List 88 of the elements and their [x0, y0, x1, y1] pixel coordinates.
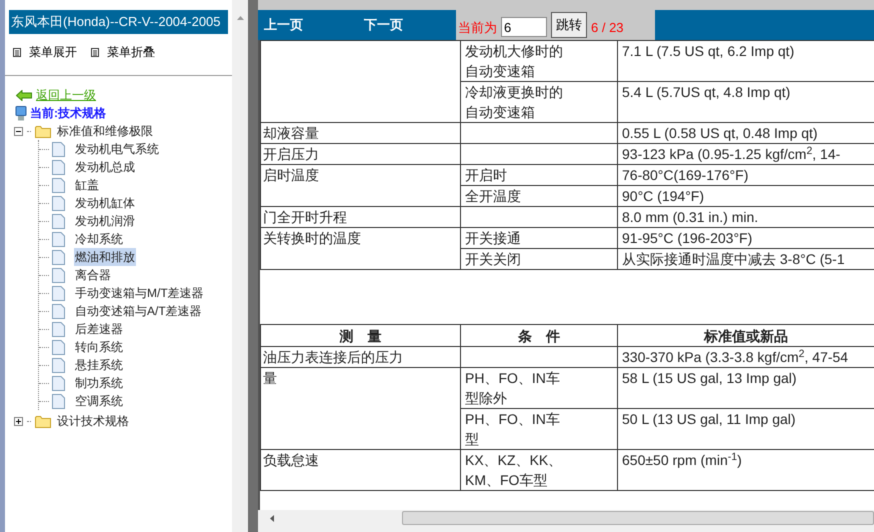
- tree-folder-item[interactable]: 标准值和维修极限: [57, 122, 153, 140]
- tree-item[interactable]: 后差速器: [74, 320, 124, 338]
- computer-icon: [15, 106, 27, 120]
- measure-cell-text: 门全开时升程: [263, 208, 347, 227]
- up-arrow-icon: [236, 16, 244, 20]
- document-icon: [52, 358, 65, 372]
- tree-item[interactable]: 发动机总成: [74, 158, 136, 176]
- condition-cell-text: PH、FO、IN车型除外: [465, 369, 561, 408]
- list-icon: [91, 48, 99, 56]
- horizontal-scrollbar[interactable]: [258, 510, 874, 526]
- document-icon: [52, 142, 65, 156]
- scrollbar-thumb[interactable]: [402, 511, 874, 525]
- left-arrow-icon: [16, 90, 32, 100]
- measure-cell-text: 启时温度: [263, 166, 319, 185]
- document-icon: [52, 304, 65, 318]
- condition-cell-text: 开关关闭: [465, 250, 521, 269]
- value-cell-text: 8.0 mm (0.31 in.) min.: [622, 208, 758, 227]
- previous-page-button[interactable]: 上一页: [264, 10, 364, 40]
- collapse-toggle[interactable]: [14, 126, 23, 136]
- condition-cell-text: 冷却液更换时的自动变速箱: [465, 83, 564, 122]
- document-icon: [52, 250, 65, 264]
- expand-toggle[interactable]: [14, 416, 23, 426]
- tree-item[interactable]: 空调系统: [74, 392, 124, 410]
- tree-item[interactable]: 悬挂系统: [74, 356, 124, 374]
- column-header: 条 件: [518, 328, 560, 344]
- tree-item[interactable]: 制功系统: [74, 374, 124, 392]
- document-icon: [52, 196, 65, 210]
- tree-item[interactable]: 燃油和排放: [74, 248, 136, 266]
- document-icon: [52, 322, 65, 336]
- document-icon: [52, 268, 65, 282]
- tree-item[interactable]: 发动机缸体: [74, 194, 136, 212]
- document-icon: [52, 232, 65, 246]
- value-cell-text: 从实际接通时温度中减去 3-8°C (5-1: [622, 250, 845, 269]
- document-icon: [52, 214, 65, 228]
- document-icon: [52, 340, 65, 354]
- tree-item[interactable]: 手动变速箱与M/T差速器: [74, 284, 205, 302]
- value-cell-text: 50 L (13 US gal, 11 Imp gal): [622, 410, 796, 429]
- page-label: 当前为: [458, 19, 497, 38]
- tree-item[interactable]: 离合器: [74, 266, 112, 284]
- document-icon: [52, 376, 65, 390]
- measure-cell-text: 量: [263, 369, 277, 388]
- left-arrow-icon: [270, 514, 274, 522]
- condition-cell-text: 开关接通: [465, 229, 521, 248]
- vertical-scrollbar[interactable]: [232, 0, 248, 532]
- column-header: 标准值或新品: [704, 328, 788, 344]
- condition-cell-text: PH、FO、IN车型: [465, 410, 561, 449]
- value-cell-text: 91-95°C (196-203°F): [622, 229, 752, 248]
- tree-item[interactable]: 发动机润滑: [74, 212, 136, 230]
- page-input[interactable]: 6: [501, 17, 547, 37]
- measure-cell-text: 油压力表连接后的压力: [263, 348, 403, 367]
- document-icon: [52, 178, 65, 192]
- measure-cell-text: 负载怠速: [263, 451, 319, 470]
- measure-cell-text: 却液容量: [263, 124, 319, 143]
- value-cell: 330-370 kPa (3.3-3.8 kgf/cm$^{2}$, 47-54: [622, 347, 848, 367]
- sidebar-title: 东风本田(Honda)--CR-V--2004-2005: [9, 10, 228, 34]
- condition-cell-text: KX、KZ、KK、KM、FO车型: [465, 451, 564, 490]
- tree-item[interactable]: 冷却系统: [74, 230, 124, 248]
- folder-icon: [35, 124, 51, 138]
- page-count: 6 / 23: [591, 19, 624, 38]
- measure-cell-text: 开启压力: [263, 145, 319, 164]
- menu-button[interactable]: 菜单展开: [13, 43, 77, 61]
- condition-cell-text: 全开温度: [465, 187, 521, 206]
- value-cell-text: 0.55 L (0.58 US qt, 0.48 Imp qt): [622, 124, 818, 143]
- current-location: 当前:技术规格: [30, 105, 106, 122]
- measure-cell-text: 关转换时的温度: [263, 229, 361, 248]
- value-cell-text: 58 L (15 US gal, 13 Imp gal): [622, 369, 797, 388]
- value-cell: 93-123 kPa (0.95-1.25 kgf/cm$^{2}$, 14-: [622, 144, 840, 164]
- next-page-button[interactable]: 下一页: [364, 10, 456, 40]
- list-icon: [13, 48, 21, 56]
- tree-item[interactable]: 自动变述箱与A/T差速器: [74, 302, 203, 320]
- condition-cell-text: 开启时: [465, 166, 507, 185]
- tree-folder-item[interactable]: 设计技术规格: [57, 412, 129, 430]
- value-cell-text: 7.1 L (7.5 US qt, 6.2 Imp qt): [622, 42, 794, 61]
- go-button[interactable]: 跳转: [551, 12, 587, 38]
- document-icon: [52, 160, 65, 174]
- tree-item[interactable]: 发动机电气系统: [74, 140, 160, 158]
- value-cell-text: 90°C (194°F): [622, 187, 704, 206]
- value-cell-text: 76-80°C(169-176°F): [622, 166, 748, 185]
- document-icon: [52, 286, 65, 300]
- tree-item[interactable]: 转向系统: [74, 338, 124, 356]
- condition-cell-text: 发动机大修时的自动变速箱: [465, 42, 564, 81]
- menu-button[interactable]: 菜单折叠: [91, 43, 155, 61]
- value-cell: 650±50 rpm (min$^{-1}$): [622, 450, 742, 470]
- column-header: 测 量: [340, 328, 382, 344]
- tree-item[interactable]: 缸盖: [74, 176, 100, 194]
- value-cell-text: 5.4 L (5.7US qt, 4.8 Imp qt): [622, 83, 790, 102]
- document-icon: [52, 394, 65, 408]
- folder-icon: [35, 414, 51, 428]
